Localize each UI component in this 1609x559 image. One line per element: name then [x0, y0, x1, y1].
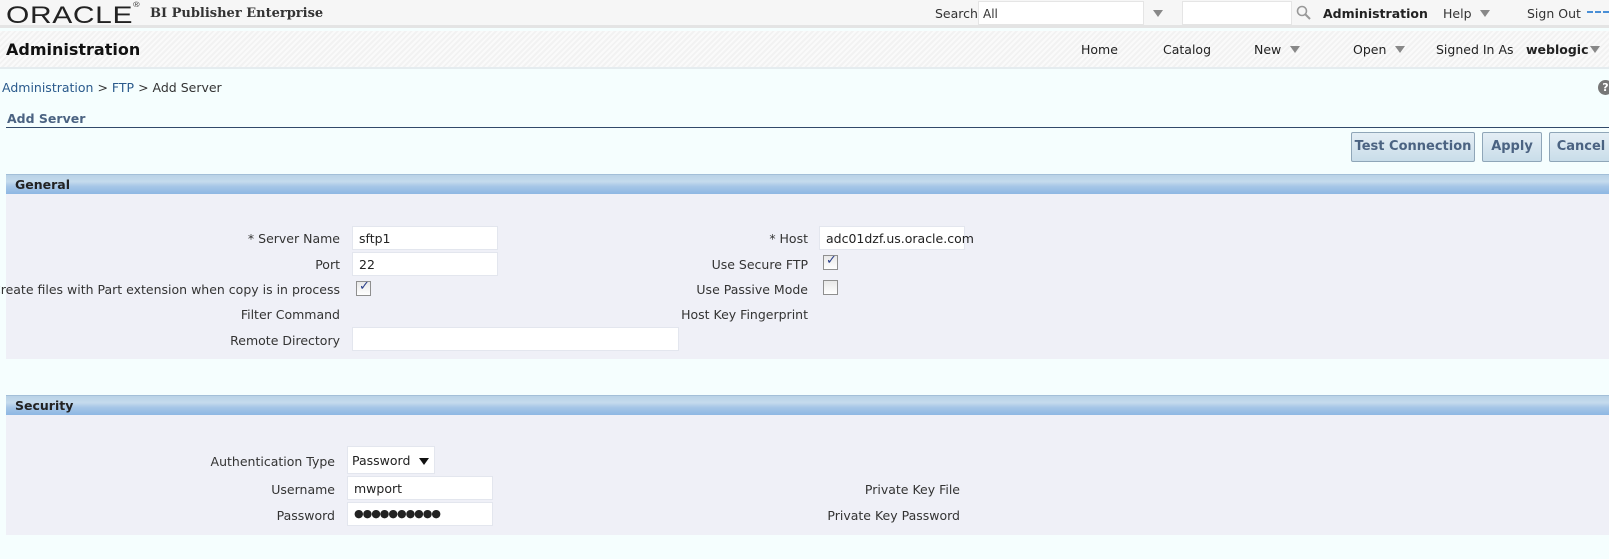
- username-label: Username: [271, 482, 335, 497]
- divider: [6, 127, 1609, 128]
- username-input[interactable]: mwport: [347, 476, 493, 500]
- breadcrumb-administration[interactable]: Administration: [2, 80, 93, 95]
- breadcrumb-ftp[interactable]: FTP: [112, 80, 134, 95]
- remote-directory-input[interactable]: [352, 327, 679, 351]
- search-scope-select[interactable]: All: [978, 1, 1144, 25]
- server-name-input[interactable]: sftp1: [352, 226, 498, 250]
- private-key-password-label: Private Key Password: [827, 508, 960, 523]
- breadcrumb: Administration > FTP > Add Server: [2, 80, 222, 95]
- auth-type-value: Password: [352, 453, 411, 468]
- nav-catalog[interactable]: Catalog: [1163, 42, 1211, 57]
- nav-open[interactable]: Open: [1353, 42, 1386, 57]
- global-header: ORACLE® BI Publisher Enterprise Search A…: [0, 0, 1609, 30]
- use-secure-ftp-checkbox[interactable]: ✓: [823, 253, 838, 270]
- auth-type-select[interactable]: Password: [347, 446, 435, 474]
- part-extension-checkbox[interactable]: ✓: [356, 279, 371, 296]
- search-input[interactable]: [1182, 1, 1292, 25]
- section-header-security: Security: [6, 395, 1609, 415]
- search-label: Search: [935, 6, 978, 21]
- apply-button[interactable]: Apply: [1482, 132, 1542, 162]
- nav-new[interactable]: New: [1254, 42, 1281, 57]
- host-label: * Host: [769, 231, 808, 246]
- page-title: Administration: [6, 40, 141, 59]
- server-name-label: * Server Name: [247, 231, 340, 246]
- sign-out-link[interactable]: Sign Out: [1527, 6, 1581, 21]
- help-menu[interactable]: Help: [1443, 6, 1472, 21]
- nav-home[interactable]: Home: [1081, 42, 1118, 57]
- chevron-down-icon[interactable]: [1590, 46, 1600, 53]
- port-label: Port: [315, 257, 340, 272]
- logo-text: ORACLE: [6, 2, 134, 29]
- filter-command-label: Filter Command: [240, 307, 340, 322]
- port-input[interactable]: 22: [352, 252, 498, 276]
- section-body-security: [6, 415, 1609, 535]
- password-label: Password: [276, 508, 335, 523]
- section-header-general: General: [6, 174, 1609, 194]
- cancel-button[interactable]: Cancel: [1549, 132, 1609, 162]
- breadcrumb-current: Add Server: [152, 80, 222, 95]
- chevron-down-icon[interactable]: [1290, 46, 1300, 53]
- user-menu[interactable]: weblogic: [1526, 42, 1589, 57]
- checkmark-icon: ✓: [826, 253, 837, 268]
- app-header: Administration Home Catalog New Open Sig…: [0, 31, 1609, 69]
- use-passive-mode-checkbox[interactable]: [823, 280, 838, 295]
- use-secure-ftp-label: Use Secure FTP: [711, 257, 808, 272]
- page-subtitle: Add Server: [7, 111, 86, 126]
- dropdown-arrow-icon[interactable]: [419, 458, 429, 465]
- test-connection-button[interactable]: Test Connection: [1351, 132, 1475, 162]
- breadcrumb-separator: >: [97, 80, 108, 95]
- host-input[interactable]: adc01dzf.us.oracle.com: [819, 226, 974, 250]
- signed-in-as-label: Signed In As: [1436, 42, 1514, 57]
- breadcrumb-separator: >: [138, 80, 149, 95]
- host-key-fingerprint-label: Host Key Fingerprint: [681, 307, 808, 322]
- product-name: BI Publisher Enterprise: [150, 6, 324, 21]
- chevron-down-icon[interactable]: [1153, 10, 1163, 17]
- remote-directory-label: Remote Directory: [230, 333, 340, 348]
- checkmark-icon: ✓: [359, 279, 370, 294]
- search-icon[interactable]: [1296, 5, 1312, 21]
- auth-type-label: Authentication Type: [210, 454, 335, 469]
- more-icon[interactable]: [1587, 11, 1609, 16]
- help-icon[interactable]: ?: [1598, 80, 1609, 95]
- password-input[interactable]: ●●●●●●●●●●: [347, 502, 493, 526]
- chevron-down-icon[interactable]: [1480, 10, 1490, 17]
- part-extension-label: Create files with Part extension when co…: [0, 282, 340, 297]
- use-passive-mode-label: Use Passive Mode: [696, 282, 808, 297]
- private-key-file-label: Private Key File: [864, 482, 960, 497]
- administration-link[interactable]: Administration: [1323, 6, 1428, 21]
- chevron-down-icon[interactable]: [1395, 46, 1405, 53]
- registered-mark: ®: [133, 2, 141, 9]
- oracle-logo: ORACLE®: [6, 2, 140, 30]
